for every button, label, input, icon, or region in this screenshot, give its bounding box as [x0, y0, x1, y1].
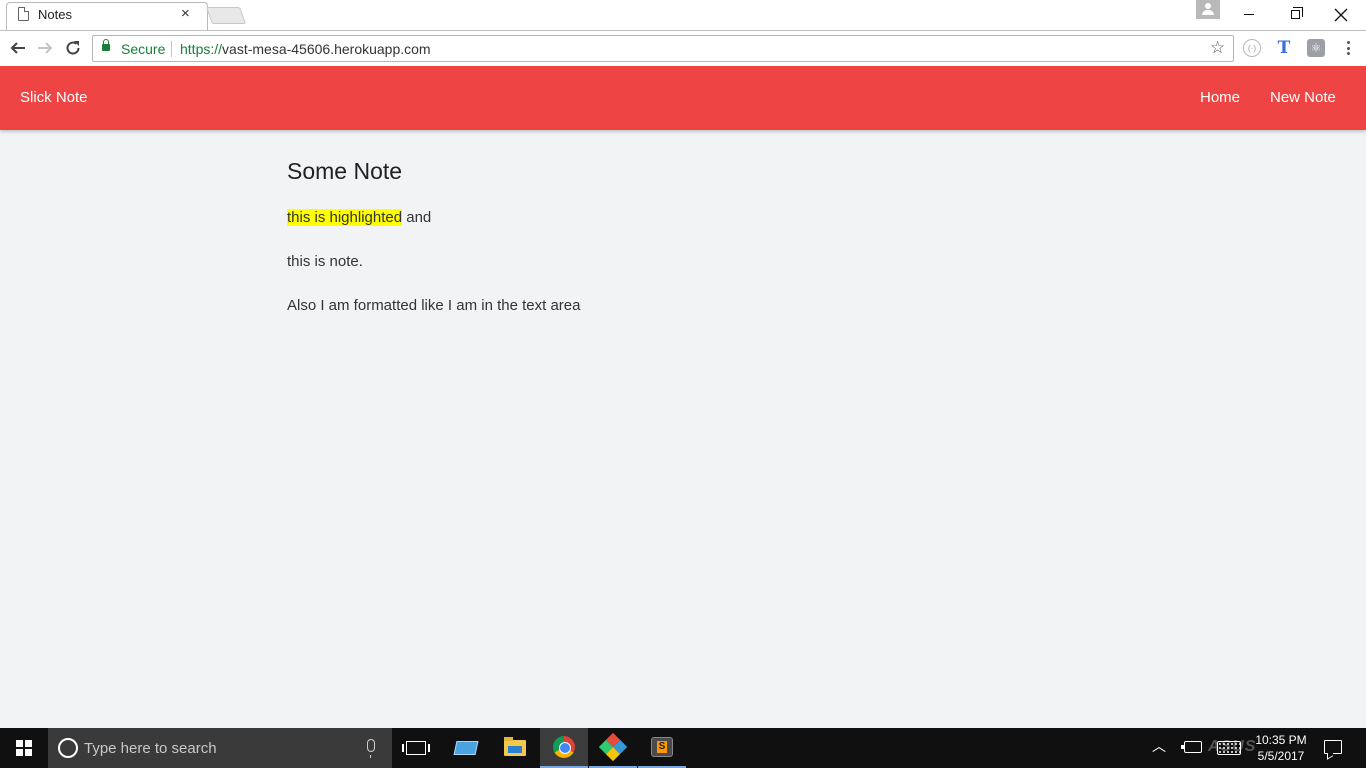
- keyboard-icon[interactable]: [1217, 741, 1241, 755]
- task-view-button[interactable]: [392, 728, 440, 768]
- reload-icon: [66, 41, 80, 55]
- chrome-icon: [553, 736, 575, 758]
- clock-date: 5/5/2017: [1257, 749, 1305, 763]
- arrow-left-icon: [10, 42, 25, 54]
- folder-icon: [504, 737, 526, 756]
- browser-tab[interactable]: [6, 2, 208, 30]
- sublime-taskbar-button[interactable]: S: [638, 728, 686, 768]
- note-title: Some Note: [287, 158, 403, 184]
- browser-toolbar: Secure https://vast-mesa-45606.herokuapp…: [0, 30, 1366, 66]
- minimize-icon: [1244, 14, 1254, 15]
- minimize-button[interactable]: [1226, 0, 1272, 29]
- windows-taskbar: Type here to search S ︿ ASUS 10:35 PM 5/…: [0, 728, 1366, 768]
- windows-logo-icon: [16, 740, 32, 756]
- profile-icon[interactable]: [1196, 0, 1220, 19]
- url-host: vast-mesa-45606.herokuapp.com: [222, 41, 431, 57]
- reload-button[interactable]: [61, 36, 85, 60]
- nav-home-link[interactable]: Home: [1200, 89, 1240, 106]
- browser-menu-icon[interactable]: [1340, 38, 1356, 58]
- taskbar-clock[interactable]: 10:35 PM 5/5/2017: [1252, 732, 1310, 764]
- restore-icon: [1290, 7, 1303, 19]
- app-icon: [453, 741, 479, 755]
- lock-icon: [102, 39, 110, 51]
- notification-icon[interactable]: [1324, 740, 1342, 754]
- omnibox-divider: [171, 41, 172, 57]
- url-text[interactable]: https://vast-mesa-45606.herokuapp.com: [180, 41, 431, 57]
- note-line: this is highlighted and: [287, 208, 431, 228]
- chrome-taskbar-button[interactable]: [540, 728, 588, 768]
- extension-t-icon[interactable]: T: [1275, 38, 1293, 58]
- bookmark-star-icon[interactable]: ☆: [1210, 38, 1225, 58]
- file-explorer-button[interactable]: [491, 728, 539, 768]
- search-placeholder: Type here to search: [84, 740, 217, 757]
- app-navbar: Slick Note Home New Note: [0, 66, 1366, 130]
- nav-new-note-link[interactable]: New Note: [1270, 89, 1336, 106]
- brand-logo-link[interactable]: Slick Note: [20, 89, 88, 106]
- note-view: Some Note this is highlighted and this i…: [287, 156, 1087, 314]
- note-line: Also I am formatted like I am in the tex…: [287, 297, 581, 314]
- browser-titlebar: Notes ×: [0, 0, 1366, 30]
- sublime-icon: S: [651, 737, 673, 757]
- tab-title: Notes: [38, 7, 72, 22]
- tray-chevron-up-icon[interactable]: ︿: [1152, 739, 1166, 753]
- microphone-icon[interactable]: [367, 739, 375, 758]
- task-view-icon: [402, 741, 430, 755]
- page-icon: [18, 7, 29, 21]
- url-scheme: https://: [180, 41, 223, 57]
- close-window-button[interactable]: [1318, 0, 1364, 29]
- back-button[interactable]: [6, 36, 30, 60]
- note-line: this is note.: [287, 253, 363, 270]
- start-button[interactable]: [0, 728, 48, 768]
- taskbar-search-box[interactable]: Type here to search: [48, 728, 392, 768]
- extension-circle-icon[interactable]: (·): [1243, 39, 1261, 57]
- git-icon: [598, 732, 628, 762]
- git-taskbar-button[interactable]: [589, 728, 637, 768]
- extension-react-icon[interactable]: ⚛: [1307, 39, 1325, 57]
- arrow-right-icon: [38, 42, 53, 54]
- cortana-icon: [58, 738, 78, 758]
- highlighted-text: this is highlighted: [287, 209, 403, 226]
- tab-close-icon[interactable]: ×: [181, 5, 190, 23]
- address-bar[interactable]: Secure https://vast-mesa-45606.herokuapp…: [92, 35, 1234, 62]
- new-tab-button[interactable]: [205, 7, 247, 24]
- restore-button[interactable]: [1272, 0, 1318, 29]
- forward-button[interactable]: [33, 36, 57, 60]
- clock-time: 10:35 PM: [1255, 733, 1307, 747]
- close-icon: [1334, 8, 1348, 21]
- taskbar-app-button[interactable]: [442, 728, 490, 768]
- secure-label: Secure: [121, 41, 166, 57]
- note-text: and: [402, 209, 432, 226]
- battery-icon[interactable]: [1181, 741, 1202, 753]
